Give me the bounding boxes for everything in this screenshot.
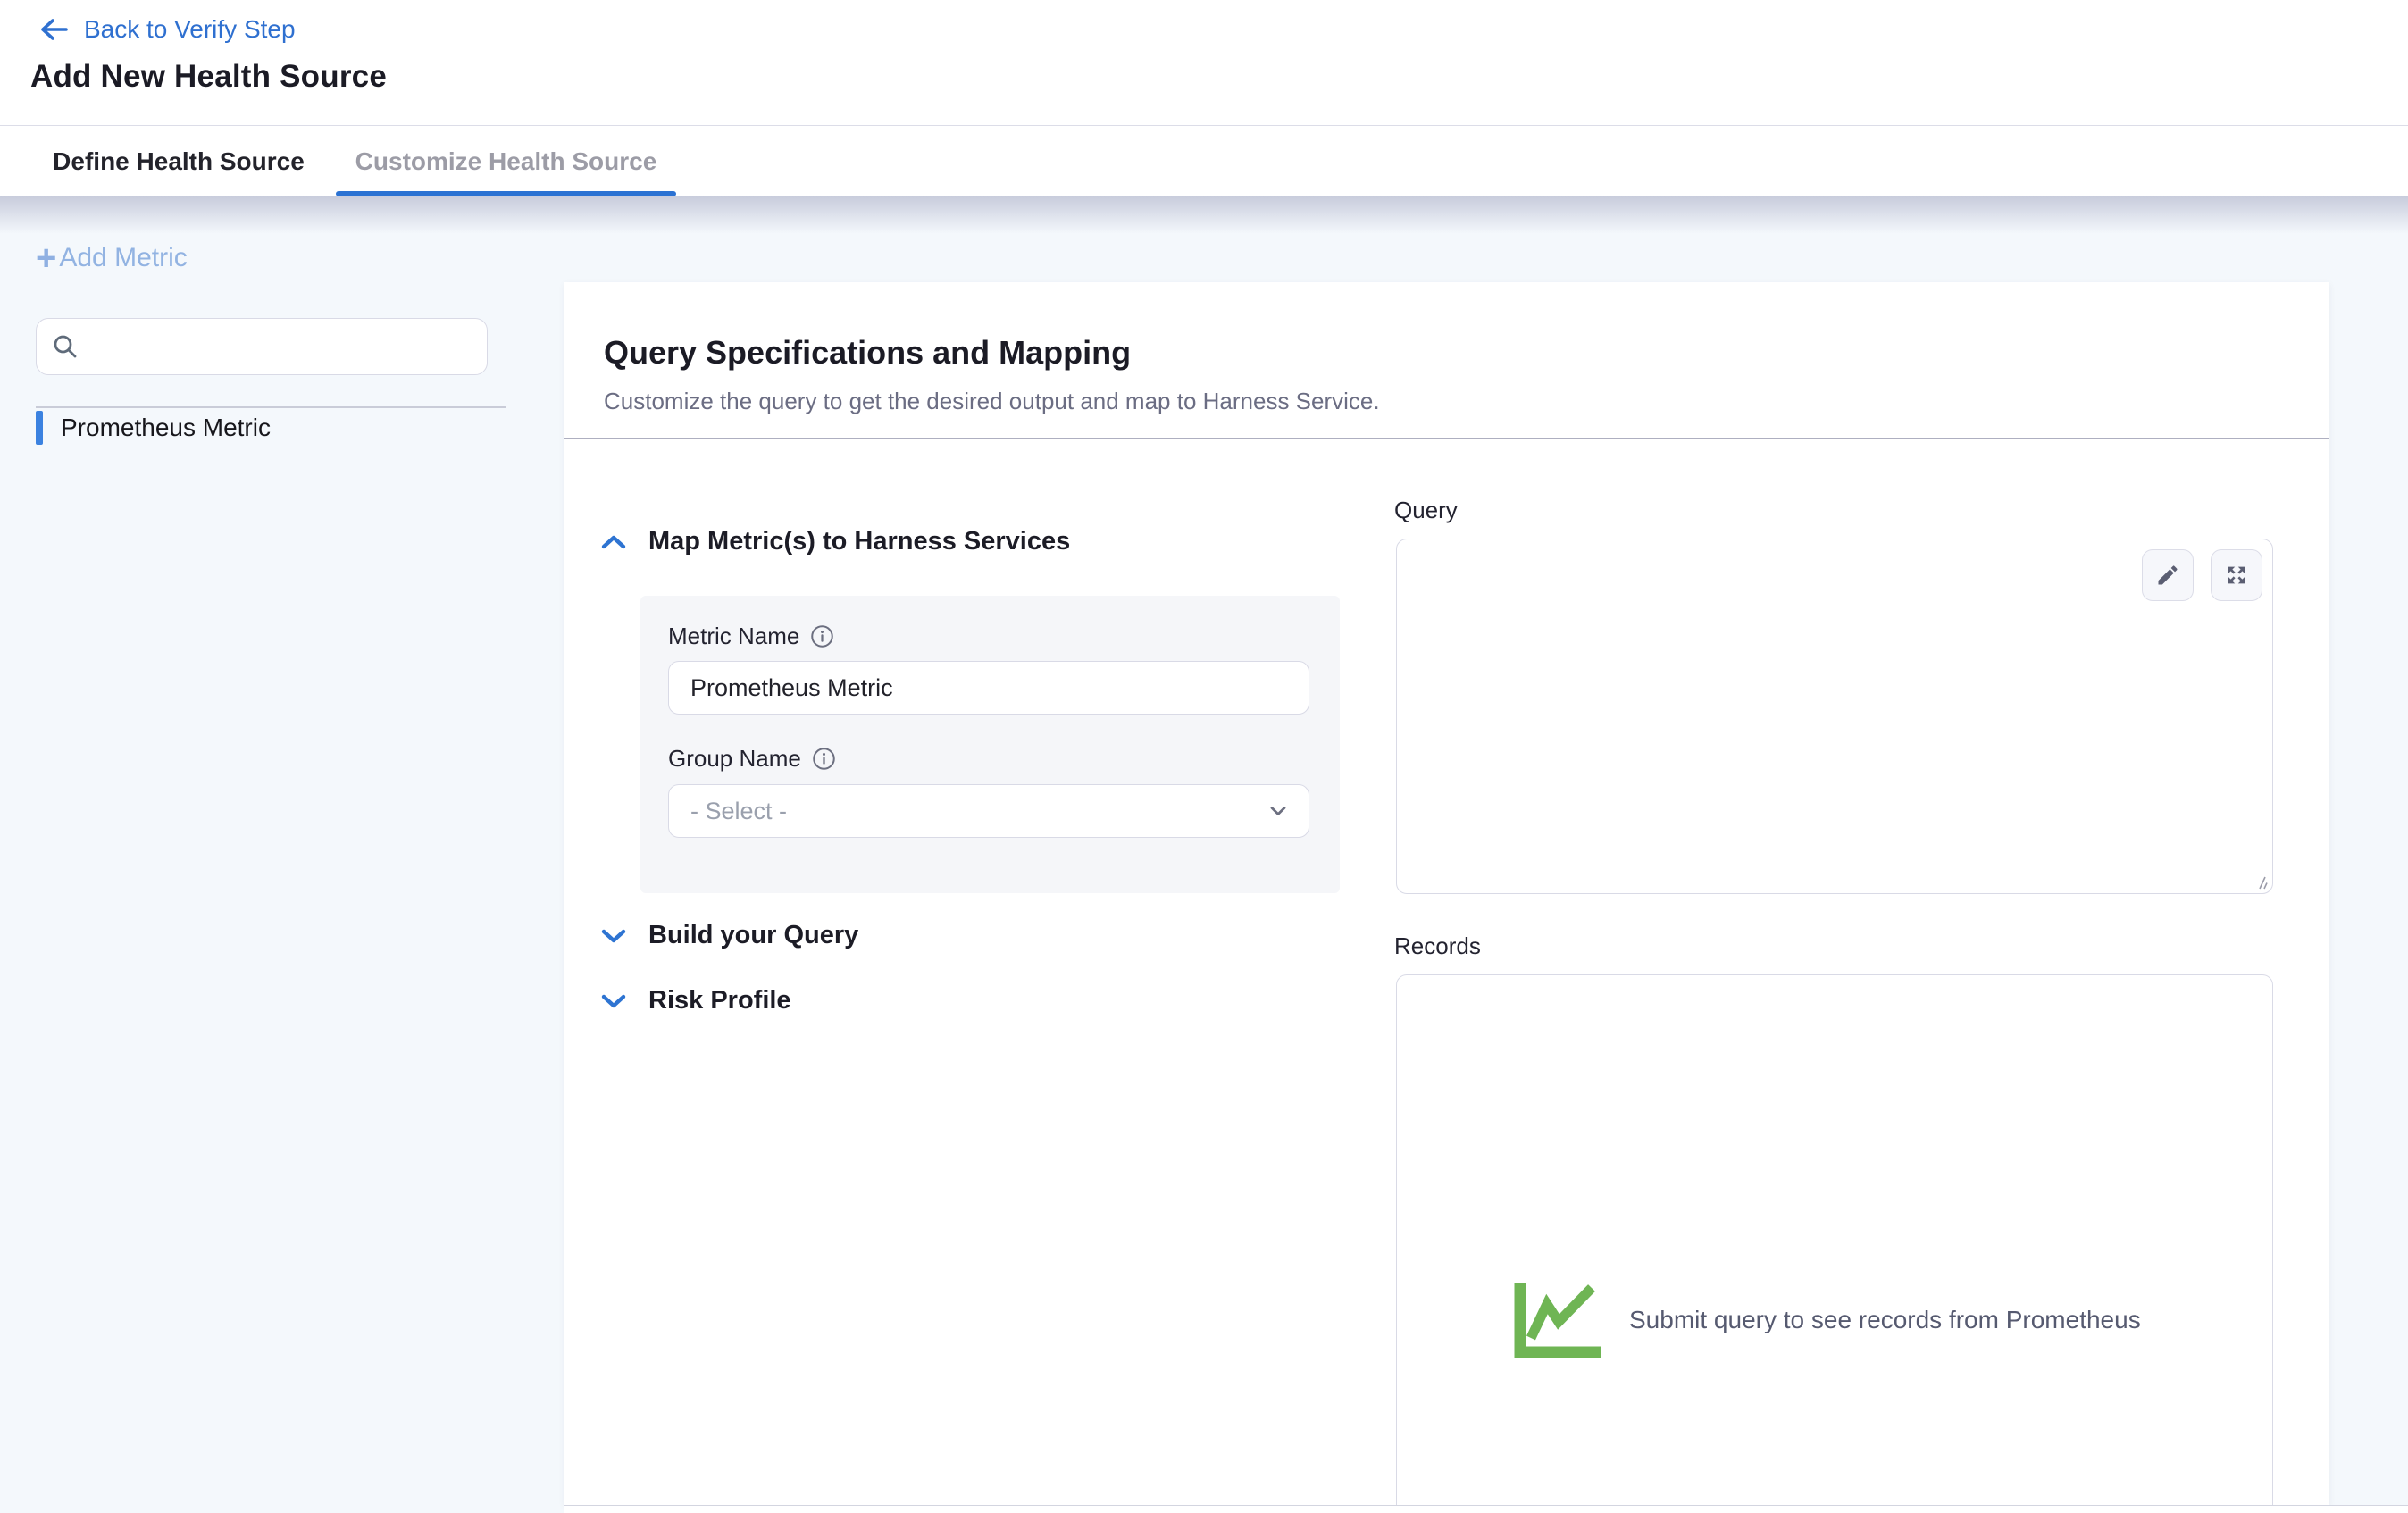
group-name-label-row: Group Name [668, 745, 836, 773]
query-label: Query [1394, 497, 1458, 524]
tab-bar: Define Health Source Customize Health So… [0, 127, 2408, 196]
search-icon [51, 332, 79, 361]
metrics-sidebar: + Add Metric Prometheus Metric [0, 196, 564, 1513]
query-actions [2142, 549, 2262, 601]
pencil-icon [2155, 563, 2180, 588]
metric-name-label-row: Metric Name [668, 623, 834, 650]
section-map-metrics-label: Map Metric(s) to Harness Services [648, 527, 1070, 556]
info-icon [810, 624, 834, 648]
tab-customize-label: Customize Health Source [355, 147, 657, 176]
add-metric-button[interactable]: + Add Metric [36, 243, 188, 273]
add-metric-label: Add Metric [59, 243, 187, 273]
sidebar-divider [36, 406, 506, 408]
back-arrow-icon [38, 17, 70, 42]
resize-handle[interactable] [2252, 873, 2270, 890]
footer-divider [564, 1505, 2408, 1513]
records-empty-text: Submit query to see records from Prometh… [1629, 1306, 2141, 1334]
metric-search [36, 318, 488, 375]
query-specifications-panel: Query Specifications and Mapping Customi… [564, 282, 2329, 1505]
back-to-verify-step-link[interactable]: Back to Verify Step [38, 13, 296, 46]
tab-customize-health-source[interactable]: Customize Health Source [336, 127, 676, 196]
panel-subtitle: Customize the query to get the desired o… [604, 388, 1380, 415]
section-build-your-query-label: Build your Query [648, 921, 858, 950]
metric-mapping-form: Metric Name Group Name - Select - [640, 596, 1340, 893]
expand-query-button[interactable] [2211, 549, 2262, 601]
section-risk-profile-label: Risk Profile [648, 986, 791, 1016]
section-build-your-query[interactable]: Build your Query [600, 921, 858, 950]
selected-indicator [36, 411, 43, 445]
add-health-source-screen: Back to Verify Step Add New Health Sourc… [0, 0, 2408, 1513]
metric-name-input[interactable] [668, 661, 1309, 715]
metric-list-item[interactable]: Prometheus Metric [36, 411, 271, 445]
page-header: Back to Verify Step Add New Health Sourc… [0, 0, 2408, 126]
info-icon [812, 747, 836, 771]
expand-icon [2224, 563, 2249, 588]
edit-query-button[interactable] [2142, 549, 2194, 601]
tab-define-label: Define Health Source [53, 147, 305, 176]
back-link-label: Back to Verify Step [84, 15, 296, 44]
section-map-metrics[interactable]: Map Metric(s) to Harness Services [600, 527, 1070, 556]
chevron-down-icon [600, 992, 627, 1010]
group-name-placeholder: - Select - [690, 798, 787, 825]
metric-name-label: Metric Name [668, 623, 799, 650]
plus-icon: + [36, 245, 56, 272]
panel-title: Query Specifications and Mapping [604, 334, 1131, 372]
chevron-down-icon [600, 927, 627, 945]
page-title: Add New Health Source [30, 59, 387, 95]
records-label: Records [1394, 932, 1481, 960]
group-name-label: Group Name [668, 745, 801, 773]
group-name-select[interactable]: - Select - [668, 784, 1309, 838]
chevron-up-icon [600, 533, 627, 551]
records-panel: Submit query to see records from Prometh… [1396, 974, 2273, 1505]
section-risk-profile[interactable]: Risk Profile [600, 986, 791, 1016]
query-editor [1396, 539, 2273, 894]
records-empty-state: Submit query to see records from Prometh… [1511, 1279, 2141, 1361]
select-chevron-down-icon [1266, 798, 1291, 823]
tab-define-health-source[interactable]: Define Health Source [51, 127, 306, 196]
metric-item-label: Prometheus Metric [61, 414, 271, 442]
panel-divider [564, 438, 2329, 439]
resize-grip-icon [2253, 874, 2270, 890]
metric-search-input[interactable] [90, 333, 472, 361]
chart-icon [1511, 1279, 1604, 1361]
